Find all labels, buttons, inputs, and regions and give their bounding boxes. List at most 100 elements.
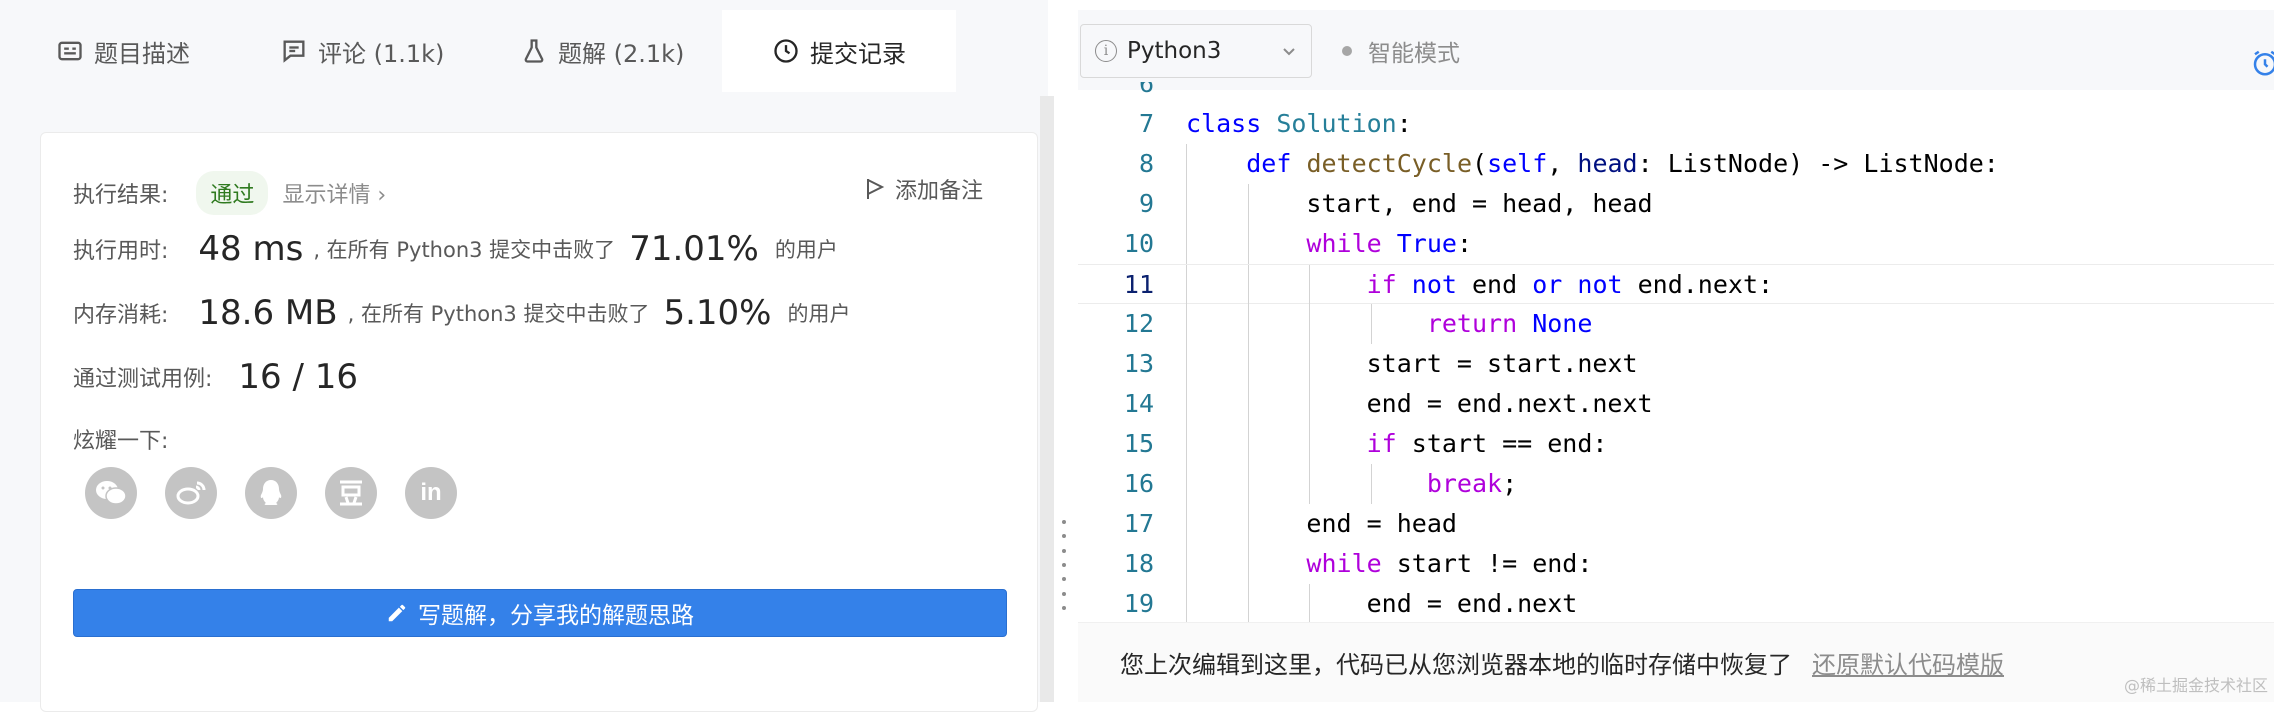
line-number: 14: [1123, 389, 1154, 418]
editor-toolbar: i Python3 智能模式: [1078, 10, 2274, 90]
code-editor[interactable]: 6 7 class Solution: 8 def detectCycle(self,…: [1078, 82, 2274, 622]
code-line[interactable]: 15 if start == end:: [1078, 424, 2274, 464]
code-line[interactable]: 6: [1078, 82, 2274, 104]
memory-percent: 5.10%: [663, 293, 772, 333]
share-row: 炫耀一下:: [73, 423, 168, 455]
code-text: start, end = head, head: [1186, 189, 1653, 218]
flask-icon: [524, 39, 544, 63]
tab-solutions[interactable]: 题解 (2.1k): [520, 10, 684, 92]
code-line[interactable]: 19 end = end.next: [1078, 584, 2274, 622]
code-line[interactable]: 9 start, end = head, head: [1078, 184, 2274, 224]
tab-comments[interactable]: 评论 (1.1k): [280, 10, 444, 92]
linkedin-icon[interactable]: in: [405, 467, 457, 519]
memory-value: 18.6 MB: [198, 293, 338, 333]
language-value: Python3: [1127, 38, 1222, 64]
code-text: end = head: [1186, 509, 1457, 538]
runtime-tail: 的用户: [774, 238, 838, 262]
restore-default-template-link[interactable]: 还原默认代码模版: [1812, 645, 2004, 680]
smart-mode-dot: [1342, 46, 1352, 56]
runtime-row: 执行用时: 48 ms , 在所有 Python3 提交中击败了 71.01% …: [73, 229, 838, 269]
memory-text: , 在所有 Python3 提交中击败了: [347, 302, 650, 326]
code-line[interactable]: 16 break;: [1078, 464, 2274, 504]
code-text: if not end or not end.next:: [1366, 270, 1774, 299]
line-number: 17: [1123, 509, 1154, 538]
tab-solutions-label: 题解 (2.1k): [558, 39, 685, 68]
add-note-button[interactable]: 添加备注: [865, 173, 983, 205]
runtime-value: 48 ms: [198, 229, 304, 269]
clock-icon: [774, 39, 798, 63]
alarm-clock-icon[interactable]: [2250, 48, 2274, 78]
line-number: 15: [1123, 429, 1154, 458]
share-label: 炫耀一下:: [73, 429, 169, 454]
result-row: 执行结果: 通过 显示详情 ›: [73, 171, 386, 215]
language-select[interactable]: i Python3: [1080, 24, 1312, 78]
line-number: 8: [1138, 149, 1154, 178]
code-line[interactable]: 14 end = end.next.next: [1078, 384, 2274, 424]
line-number: 18: [1123, 549, 1154, 578]
pencil-icon: [388, 604, 406, 622]
submission-result-card: 执行结果: 通过 显示详情 › 添加备注 执行用时: 48 ms , 在所有 P…: [40, 132, 1038, 712]
add-note-label: 添加备注: [894, 179, 983, 204]
line-number: 16: [1123, 469, 1154, 498]
code-line[interactable]: 11 if not end or not end.next:: [1078, 264, 2274, 305]
weibo-icon[interactable]: [165, 467, 217, 519]
line-number: 9: [1138, 189, 1154, 218]
qq-icon[interactable]: [245, 467, 297, 519]
code-text: class Solution:: [1186, 109, 1412, 138]
smart-mode-toggle[interactable]: 智能模式: [1342, 24, 1460, 78]
code-text: start = start.next: [1186, 349, 1638, 378]
problem-tabbar: 题目描述 评论 (1.1k) 题解 (2.1k) 提交记录: [0, 10, 1048, 92]
testcases-row: 通过测试用例: 16 / 16: [73, 357, 358, 397]
code-line[interactable]: 12 return None: [1078, 304, 2274, 344]
wechat-icon[interactable]: [85, 467, 137, 519]
tab-description-label: 题目描述: [94, 39, 190, 68]
restore-message: 您上次编辑到这里，代码已从您浏览器本地的临时存储中恢复了: [1120, 651, 1792, 679]
restore-notice: 您上次编辑到这里，代码已从您浏览器本地的临时存储中恢复了 还原默认代码模版 @稀…: [1078, 622, 2274, 702]
tab-description[interactable]: 题目描述: [56, 10, 190, 92]
code-text: def detectCycle(self, head: ListNode) ->…: [1246, 149, 1999, 178]
runtime-label: 执行用时:: [73, 239, 169, 264]
description-icon: [58, 41, 82, 61]
comment-icon: [283, 40, 305, 63]
status-badge: 通过: [196, 171, 269, 215]
testcases-label: 通过测试用例:: [73, 367, 213, 392]
code-text: end = end.next: [1186, 589, 1578, 618]
social-share-icons: in: [85, 467, 457, 519]
tab-submissions[interactable]: 提交记录: [722, 10, 956, 92]
tab-submissions-label: 提交记录: [810, 39, 906, 68]
line-number: 11: [1123, 270, 1154, 299]
code-text: if start == end:: [1366, 429, 1608, 458]
show-details-link[interactable]: 显示详情 ›: [282, 177, 386, 209]
line-number: 7: [1138, 109, 1154, 138]
line-number: 19: [1123, 589, 1154, 618]
code-text: while True:: [1306, 229, 1473, 258]
editor-pane: i Python3 智能模式 6 7 class Solution: 8 def de…: [1078, 0, 2274, 702]
left-pane: 题目描述 评论 (1.1k) 题解 (2.1k) 提交记录 执行结果: 通过 显…: [0, 0, 1048, 712]
code-line[interactable]: 17 end = head: [1078, 504, 2274, 544]
chevron-down-icon: [1283, 48, 1295, 56]
code-line[interactable]: 7 class Solution:: [1078, 104, 2274, 144]
pane-divider[interactable]: [1040, 96, 1054, 702]
info-icon: i: [1095, 40, 1117, 62]
flag-icon: [866, 179, 885, 199]
code-line[interactable]: 10 while True:: [1078, 224, 2274, 264]
write-solution-button[interactable]: 写题解，分享我的解题思路: [73, 589, 1007, 637]
code-text: return None: [1426, 309, 1593, 338]
code-line[interactable]: 18 while start != end:: [1078, 544, 2274, 584]
douban-icon[interactable]: [325, 467, 377, 519]
code-line[interactable]: 8 def detectCycle(self, head: ListNode) …: [1078, 144, 2274, 184]
runtime-percent: 71.01%: [629, 229, 759, 269]
code-text: break;: [1426, 469, 1518, 498]
watermark: @稀土掘金技术社区: [2123, 676, 2268, 695]
line-number: 12: [1123, 309, 1154, 338]
resize-handle[interactable]: [1062, 520, 1068, 610]
line-number: 6: [1138, 82, 1154, 98]
code-text: while start != end:: [1306, 549, 1593, 578]
result-label: 执行结果:: [73, 183, 169, 208]
write-solution-label: 写题解，分享我的解题思路: [418, 603, 694, 629]
code-line[interactable]: 13 start = start.next: [1078, 344, 2274, 384]
tab-comments-label: 评论 (1.1k): [318, 39, 445, 68]
memory-label: 内存消耗:: [73, 303, 169, 328]
code-text: end = end.next.next: [1186, 389, 1653, 418]
line-number: 10: [1123, 229, 1154, 258]
